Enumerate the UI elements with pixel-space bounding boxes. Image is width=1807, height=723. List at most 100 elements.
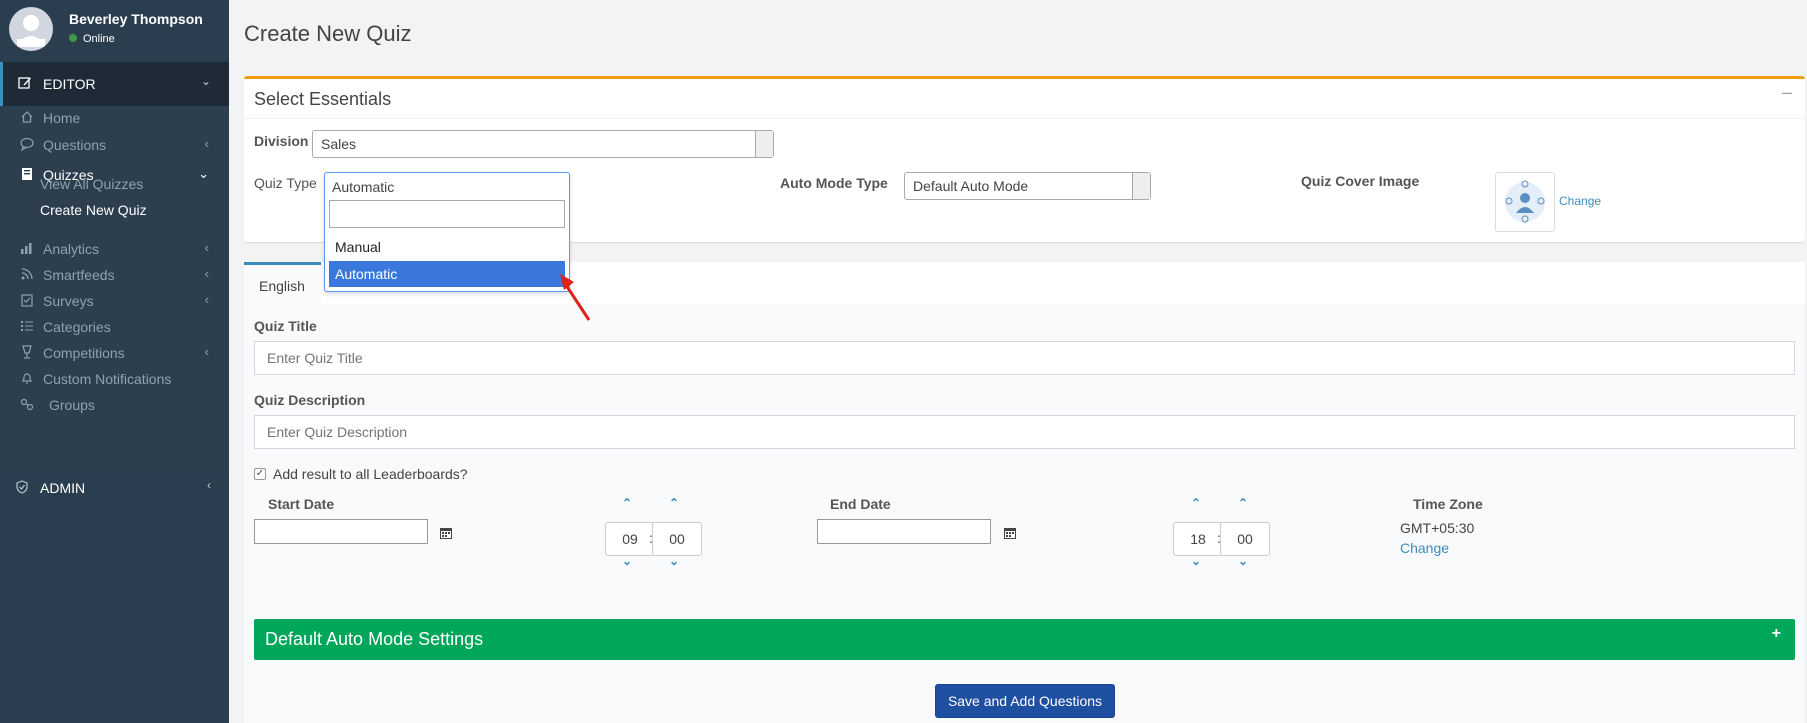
end-minute-up-icon[interactable]: ⌃ — [1238, 496, 1248, 510]
quiz-type-dropdown[interactable]: Automatic Manual Automatic — [324, 172, 570, 292]
expand-icon[interactable]: + — [1772, 625, 1781, 643]
bar-chart-icon — [20, 241, 34, 255]
chevron-left-icon: ‹ — [204, 266, 209, 281]
end-date-label: End Date — [830, 496, 891, 512]
cover-change-link[interactable]: Change — [1559, 194, 1601, 208]
end-minute-input[interactable]: 00 — [1220, 522, 1270, 556]
sidebar-item-label: Analytics — [43, 241, 100, 257]
auto-mode-label: Auto Mode Type — [780, 175, 888, 191]
start-minute-down-icon[interactable]: ⌄ — [669, 554, 679, 568]
quiz-type-option-manual[interactable]: Manual — [329, 234, 565, 260]
quiz-form-area: English Quiz Title Quiz Description ✓ Ad… — [244, 262, 1805, 723]
end-hour-input[interactable]: 18 — [1173, 522, 1223, 556]
chevron-down-icon: ⌄ — [200, 74, 211, 88]
sidebar-menu: Home Questions ‹ Quizzes ⌄ View All Quiz… — [0, 106, 229, 466]
sidebar: Beverley Thompson Online EDITOR ⌄ Home Q… — [0, 0, 229, 723]
sidebar-item-groups[interactable]: Groups — [0, 390, 229, 420]
sidebar-item-home[interactable]: Home — [0, 103, 229, 133]
start-hour-up-icon[interactable]: ⌃ — [622, 496, 632, 510]
online-status-dot — [69, 34, 77, 42]
user-status: Online — [69, 33, 115, 45]
start-hour-input[interactable]: 09 — [605, 522, 655, 556]
sidebar-subitem-create-new-quiz[interactable]: Create New Quiz — [40, 202, 147, 218]
end-hour-down-icon[interactable]: ⌄ — [1191, 554, 1201, 568]
end-date-input[interactable] — [817, 519, 991, 544]
avatar — [9, 7, 53, 51]
quiz-cover-image — [1495, 172, 1555, 232]
chat-icon — [20, 137, 34, 152]
user-name: Beverley Thompson — [69, 11, 203, 27]
chevron-down-icon: ⌄ — [198, 166, 209, 181]
sidebar-item-label: Surveys — [43, 293, 94, 309]
sidebar-item-label: Smartfeeds — [43, 267, 115, 283]
start-hour-down-icon[interactable]: ⌄ — [622, 554, 632, 568]
time-zone-value: GMT+05:30 — [1400, 520, 1475, 536]
leaderboard-checkbox[interactable]: ✓ — [254, 468, 266, 480]
calendar-icon[interactable] — [440, 526, 452, 539]
edit-icon — [18, 76, 32, 90]
time-zone-change-link[interactable]: Change — [1400, 540, 1449, 556]
quiz-type-option-automatic[interactable]: Automatic — [329, 261, 565, 287]
end-minute-down-icon[interactable]: ⌄ — [1238, 554, 1248, 568]
user-panel: Beverley Thompson Online — [0, 0, 229, 62]
quiz-type-label: Quiz Type — [254, 175, 317, 191]
select-arrow-icon — [755, 131, 773, 157]
end-hour-up-icon[interactable]: ⌃ — [1191, 496, 1201, 510]
sidebar-item-label: Competitions — [43, 345, 125, 361]
sidebar-item-label: Categories — [43, 319, 111, 335]
main-content: Create New Quiz Select Essentials – Divi… — [229, 0, 1807, 723]
start-date-input[interactable] — [254, 519, 428, 544]
chevron-left-icon: ‹ — [204, 344, 209, 359]
collapse-icon[interactable]: – — [1782, 82, 1792, 103]
auto-mode-settings-title: Default Auto Mode Settings — [265, 629, 484, 649]
division-value: Sales — [321, 136, 357, 152]
auto-mode-settings-panel[interactable]: Default Auto Mode Settings + — [254, 619, 1795, 660]
red-arrow-annotation — [560, 274, 591, 321]
chevron-left-icon: ‹ — [204, 240, 209, 255]
sidebar-item-label: Groups — [49, 397, 95, 413]
chevron-left-icon: ‹ — [204, 136, 209, 151]
quiz-type-search-input[interactable] — [329, 200, 565, 228]
sidebar-item-label: Questions — [43, 137, 107, 153]
time-zone-label: Time Zone — [1413, 496, 1483, 512]
quiz-type-selected: Automatic — [332, 179, 395, 195]
clipboard-icon — [20, 293, 34, 307]
quiz-title-input[interactable] — [254, 341, 1795, 375]
home-icon — [20, 110, 34, 124]
sidebar-footer-space — [0, 508, 229, 723]
leaderboard-label: Add result to all Leaderboards? — [273, 466, 468, 482]
auto-mode-select[interactable]: Default Auto Mode — [904, 172, 1151, 200]
calendar-icon[interactable] — [1004, 526, 1016, 539]
start-minute-input[interactable]: 00 — [652, 522, 702, 556]
division-select[interactable]: Sales — [312, 130, 774, 158]
status-text: Online — [83, 33, 115, 45]
page-title: Create New Quiz — [244, 21, 412, 46]
sidebar-subitem-view-all-quizzes[interactable]: View All Quizzes — [40, 176, 143, 192]
quiz-description-label: Quiz Description — [254, 392, 366, 408]
sidebar-section-admin[interactable]: ADMIN ‹ — [0, 466, 229, 508]
tab-english[interactable]: English — [244, 262, 321, 304]
sidebar-section-label: ADMIN — [40, 480, 86, 496]
list-icon — [20, 319, 34, 333]
trophy-icon — [20, 345, 34, 359]
shield-icon — [15, 480, 29, 494]
sidebar-section-label: EDITOR — [43, 76, 96, 92]
feed-icon — [20, 267, 34, 281]
bell-icon — [20, 371, 34, 385]
sidebar-item-label: Home — [43, 110, 81, 126]
quiz-description-input[interactable] — [254, 415, 1795, 449]
chevron-left-icon: ‹ — [207, 478, 211, 492]
book-icon — [20, 167, 34, 181]
quiz-title-label: Quiz Title — [254, 318, 317, 334]
save-and-add-questions-button[interactable]: Save and Add Questions — [935, 684, 1115, 718]
chevron-left-icon: ‹ — [204, 292, 209, 307]
sidebar-section-editor[interactable]: EDITOR ⌄ — [0, 62, 229, 106]
division-label: Division — [254, 133, 309, 149]
start-date-label: Start Date — [268, 496, 335, 512]
divider — [244, 118, 1805, 119]
cover-image-label: Quiz Cover Image — [1301, 173, 1420, 189]
auto-mode-value: Default Auto Mode — [913, 178, 1029, 194]
sidebar-item-questions[interactable]: Questions ‹ — [0, 130, 229, 160]
start-minute-up-icon[interactable]: ⌃ — [669, 496, 679, 510]
select-arrow-icon — [1132, 173, 1150, 199]
